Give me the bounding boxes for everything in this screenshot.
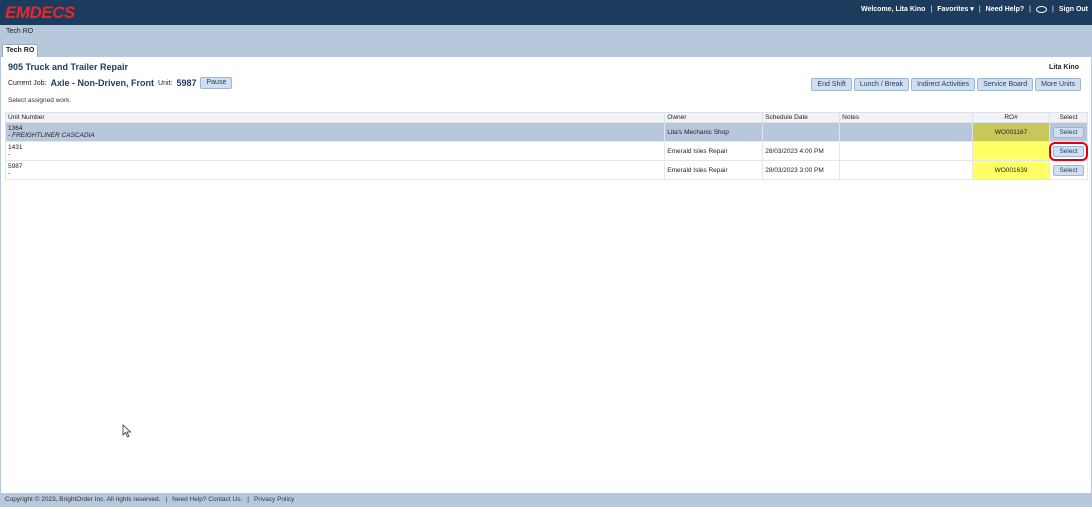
unit-description: -: [8, 170, 11, 177]
need-help-link[interactable]: Need Help?: [986, 6, 1025, 13]
action-buttons: End Shift Lunch / Break Indirect Activit…: [811, 78, 1081, 91]
tab-tech-ro[interactable]: Tech RO: [2, 44, 38, 57]
owner-cell: Lita's Mechanic Shop: [664, 122, 764, 142]
owner-cell: Emerald Isles Repair: [664, 141, 764, 161]
ro-cell: WO001167: [972, 122, 1050, 142]
current-job-label: Current Job:: [8, 79, 47, 87]
lunch-break-button[interactable]: Lunch / Break: [853, 78, 910, 91]
service-board-button[interactable]: Service Board: [977, 78, 1034, 91]
table-header-row: Unit Number Owner Schedule Date Notes RO…: [4, 112, 1089, 123]
current-job-value: Axle - Non-Driven, Front: [50, 78, 155, 88]
welcome-text: Welcome, Lita Kino: [860, 5, 926, 13]
notes-cell: [839, 141, 974, 161]
notes-cell: [839, 160, 974, 180]
footer: Copyright © 2023, BrightOrder Inc. All r…: [0, 493, 1092, 507]
sign-out-link[interactable]: Sign Out: [1059, 6, 1088, 13]
breadcrumb: Tech RO: [0, 25, 1092, 43]
contact-us-link[interactable]: Need Help? Contact Us.: [172, 496, 242, 507]
copyright-text: Copyright © 2023, BrightOrder Inc. All r…: [5, 496, 161, 503]
end-shift-button[interactable]: End Shift: [811, 78, 852, 91]
shop-title: 905 Truck and Trailer Repair: [8, 62, 129, 72]
top-nav: Welcome, Lita Kino | Favorites ▾ | Need …: [860, 5, 1088, 13]
ro-cell: [972, 141, 1050, 161]
date-cell: [762, 122, 841, 142]
select-cell: Select: [1048, 160, 1089, 180]
select-cell: Select: [1048, 122, 1089, 142]
main-panel: 905 Truck and Trailer Repair Lita Kino C…: [0, 57, 1092, 493]
unit-label: Unit:: [158, 79, 173, 87]
col-notes[interactable]: Notes: [839, 112, 974, 123]
col-ro-number[interactable]: RO#: [972, 112, 1050, 123]
col-unit-number[interactable]: Unit Number: [4, 112, 666, 123]
unit-value: 5987: [176, 78, 197, 88]
date-cell: 28/03/2023 4:00 PM: [762, 141, 841, 161]
favorites-menu[interactable]: Favorites ▾: [937, 5, 974, 13]
pause-button[interactable]: Pause: [200, 77, 233, 89]
current-job-line: Current Job: Axle - Non-Driven, Front Un…: [8, 77, 233, 89]
unit-cell: 5987 -: [4, 160, 666, 180]
ro-cell: WO001639: [972, 160, 1050, 180]
unit-description: - FREIGHTLINER CASCADIA: [8, 132, 95, 139]
select-button[interactable]: Select: [1053, 126, 1084, 138]
select-button[interactable]: Select: [1049, 141, 1088, 161]
unit-number: 1431: [8, 144, 23, 151]
select-cell: Select: [1048, 141, 1089, 161]
assigned-work-table: Unit Number Owner Schedule Date Notes RO…: [4, 112, 1089, 180]
mouse-cursor-icon: [122, 424, 132, 438]
chat-icon[interactable]: [1036, 5, 1047, 13]
table-row[interactable]: 5987 - Emerald Isles Repair 28/03/2023 3…: [4, 160, 1089, 180]
unit-number: 5987: [8, 163, 23, 170]
table-row[interactable]: 1364 - FREIGHTLINER CASCADIA Lita's Mech…: [4, 122, 1089, 142]
unit-cell: 1364 - FREIGHTLINER CASCADIA: [4, 122, 666, 142]
col-select: Select: [1048, 112, 1089, 123]
owner-cell: Emerald Isles Repair: [664, 160, 764, 180]
select-button[interactable]: Select: [1053, 164, 1084, 176]
table-row[interactable]: 1431 - Emerald Isles Repair 28/03/2023 4…: [4, 141, 1089, 161]
indirect-activities-button[interactable]: Indirect Activities: [911, 78, 976, 91]
tab-bar: Tech RO: [0, 43, 1092, 57]
privacy-policy-link[interactable]: Privacy Policy: [254, 496, 294, 507]
app-logo: EMDECS: [5, 3, 75, 22]
breadcrumb-text: Tech RO: [6, 28, 34, 35]
instruction-text: Select assigned work.: [8, 97, 72, 104]
notes-cell: [839, 122, 974, 142]
unit-number: 1364: [8, 125, 23, 132]
unit-description: -: [8, 151, 11, 158]
top-bar: EMDECS Welcome, Lita Kino | Favorites ▾ …: [0, 0, 1092, 25]
more-units-button[interactable]: More Units: [1035, 78, 1081, 91]
col-schedule-date[interactable]: Schedule Date: [762, 112, 841, 123]
technician-name: Lita Kino: [1049, 64, 1079, 71]
date-cell: 28/03/2023 3:00 PM: [762, 160, 841, 180]
unit-cell: 1431 -: [4, 141, 666, 161]
col-owner[interactable]: Owner: [664, 112, 764, 123]
